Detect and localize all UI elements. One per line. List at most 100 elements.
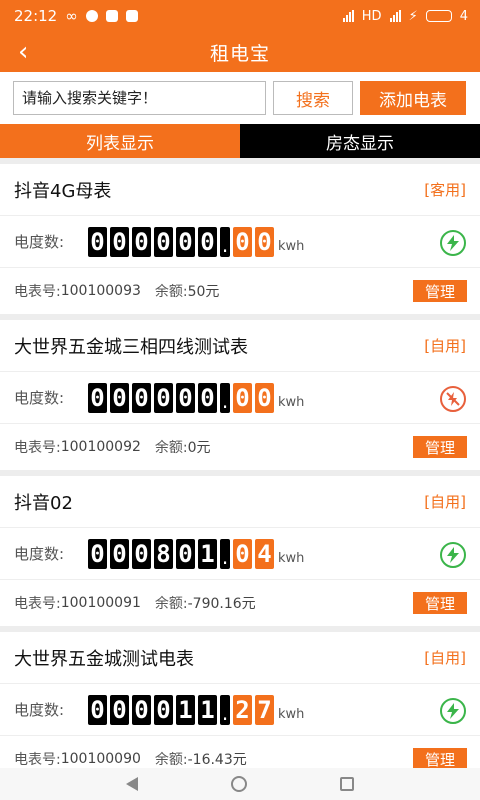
nav-recent-icon[interactable] (339, 777, 354, 791)
meter-name: 抖音02 (14, 492, 73, 514)
decimal-point: . (220, 694, 230, 725)
reading-digit: 0 (110, 226, 129, 257)
search-button[interactable]: 搜索 (273, 81, 353, 115)
meter-no-value: 100100091 (60, 595, 141, 611)
balance-value: 0元 (187, 440, 211, 456)
meter-no-label: 电表号: (14, 596, 61, 612)
meter-card: 大世界五金城三相四线测试表 [自用] 电度数: 000000.00 kwh 电表… (0, 320, 480, 470)
usage-tag: [自用] (424, 649, 466, 667)
manage-button[interactable]: 管理 (413, 280, 467, 302)
reading-decimal-digit: 0 (255, 382, 274, 413)
reading-unit: kwh (278, 551, 305, 566)
reading-digit: 0 (110, 382, 129, 413)
balance-label: 余额: (154, 752, 188, 768)
reading-label: 电度数: (14, 233, 65, 251)
nav-home-icon[interactable] (230, 776, 247, 792)
charging-icon: ⚡ (408, 8, 418, 24)
usage-tag: [自用] (424, 337, 466, 355)
manage-button[interactable]: 管理 (413, 592, 467, 614)
meter-name: 大世界五金城三相四线测试表 (14, 336, 248, 358)
reading-digit: 0 (132, 226, 151, 257)
reading-decimal-digit: 2 (233, 694, 252, 725)
meter-list: 抖音4G母表 [客用] 电度数: 000000.00 kwh 电表号: 1001… (0, 164, 480, 782)
title-bar: ‹ 租电宝 (0, 32, 480, 72)
signal-icon (342, 10, 354, 22)
reading-display: 000011.27 (88, 694, 274, 725)
reading-digit: 0 (132, 694, 151, 725)
reading-digit: 0 (198, 382, 217, 413)
decimal-point: . (220, 382, 230, 413)
balance-value: -790.16元 (187, 596, 256, 612)
balance-label: 余额: (154, 440, 188, 456)
manage-button[interactable]: 管理 (413, 748, 467, 770)
status-time: 22:12 (14, 7, 58, 25)
decimal-point: . (220, 226, 230, 257)
add-meter-button[interactable]: 添加电表 (360, 81, 466, 115)
reading-digit: 1 (176, 694, 195, 725)
balance-label: 余额: (154, 284, 188, 300)
reading-label: 电度数: (14, 701, 65, 719)
view-tabs: 列表显示 房态显示 (0, 124, 480, 158)
meter-no-value: 100100092 (60, 439, 141, 455)
reading-digit: 0 (198, 226, 217, 257)
nav-back-icon[interactable] (126, 777, 139, 791)
meter-title-row[interactable]: 大世界五金城测试电表 [自用] (0, 632, 480, 684)
reading-digit: 0 (110, 694, 129, 725)
reading-digit: 0 (132, 382, 151, 413)
reading-digit: 1 (198, 538, 217, 569)
reading-digit: 8 (154, 538, 173, 569)
tab-room-view[interactable]: 房态显示 (240, 124, 480, 158)
meter-title-row[interactable]: 大世界五金城三相四线测试表 [自用] (0, 320, 480, 372)
meter-reading-row: 电度数: 000011.27 kwh (0, 684, 480, 736)
reading-unit: kwh (278, 707, 305, 722)
power-off-icon[interactable] (440, 386, 466, 412)
reading-display: 000801.04 (88, 538, 274, 569)
back-arrow-icon[interactable]: ‹ (18, 38, 28, 66)
power-on-icon[interactable] (440, 542, 466, 568)
meter-info-row: 电表号: 100100092 余额: 0元 管理 (0, 424, 480, 470)
decimal-point: . (220, 538, 230, 569)
reading-label: 电度数: (14, 545, 65, 563)
system-nav-bar (0, 768, 480, 800)
reading-decimal-digit: 7 (255, 694, 274, 725)
meter-name: 大世界五金城测试电表 (14, 648, 194, 670)
hd-icon: HD (361, 8, 382, 24)
meter-card: 抖音4G母表 [客用] 电度数: 000000.00 kwh 电表号: 1001… (0, 164, 480, 314)
meter-reading-row: 电度数: 000000.00 kwh (0, 216, 480, 268)
meter-title-row[interactable]: 抖音4G母表 [客用] (0, 164, 480, 216)
search-input[interactable] (13, 81, 266, 115)
reading-digit: 0 (132, 538, 151, 569)
reading-decimal-digit: 4 (255, 538, 274, 569)
reading-decimal-digit: 0 (233, 382, 252, 413)
balance-value: 50元 (187, 284, 220, 300)
meter-no-label: 电表号: (14, 440, 61, 456)
app-header: 22:12 ∞ HD ⚡ 4 ‹ 租电宝 (0, 0, 480, 72)
status-bar: 22:12 ∞ HD ⚡ 4 (0, 0, 480, 32)
manage-button[interactable]: 管理 (413, 436, 467, 458)
battery-level: 4 (459, 8, 468, 24)
meter-reading-row: 电度数: 000000.00 kwh (0, 372, 480, 424)
power-on-icon[interactable] (440, 230, 466, 256)
battery-icon (425, 10, 452, 22)
page-title: 租电宝 (209, 42, 270, 65)
balance-value: -16.43元 (187, 752, 247, 768)
meter-info-row: 电表号: 100100091 余额: -790.16元 管理 (0, 580, 480, 626)
meter-title-row[interactable]: 抖音02 [自用] (0, 476, 480, 528)
tab-list-view[interactable]: 列表显示 (0, 124, 240, 158)
reading-digit: 0 (88, 226, 107, 257)
reading-digit: 0 (154, 382, 173, 413)
usage-tag: [自用] (424, 493, 466, 511)
reading-digit: 0 (88, 382, 107, 413)
meter-card: 大世界五金城测试电表 [自用] 电度数: 000011.27 kwh 电表号: … (0, 632, 480, 782)
power-on-icon[interactable] (440, 698, 466, 724)
reading-display: 000000.00 (88, 226, 274, 257)
meter-no-label: 电表号: (14, 284, 61, 300)
meter-no-value: 100100093 (60, 283, 141, 299)
reading-display: 000000.00 (88, 382, 274, 413)
reading-digit: 0 (176, 226, 195, 257)
usage-tag: [客用] (424, 181, 466, 199)
reading-digit: 0 (88, 694, 107, 725)
meter-no-value: 100100090 (60, 751, 141, 767)
reading-digit: 0 (88, 538, 107, 569)
reading-unit: kwh (278, 395, 305, 410)
